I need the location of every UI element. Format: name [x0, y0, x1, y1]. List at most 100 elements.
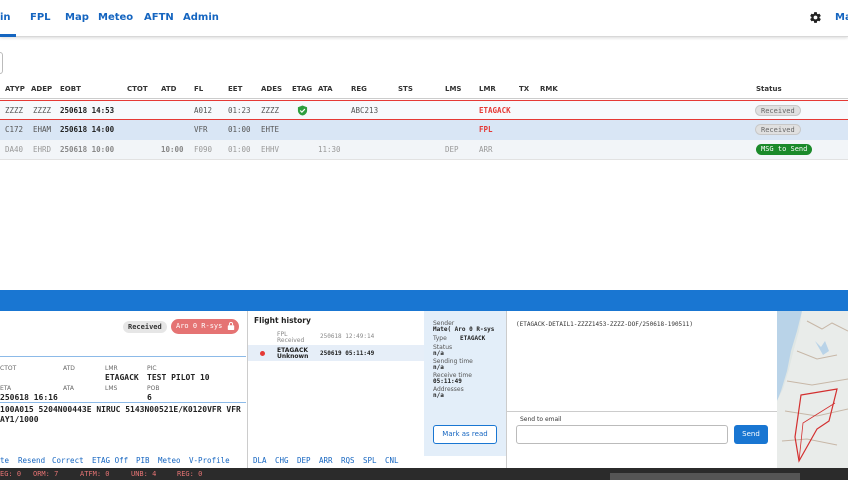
- flight-history-title: Flight history: [254, 316, 311, 325]
- cell-lms: DEP: [445, 145, 459, 154]
- col-reg[interactable]: REG: [351, 85, 367, 93]
- action-etag-off[interactable]: ETAG Off: [92, 456, 128, 465]
- label-ata: ATA: [63, 385, 74, 392]
- cell-ades: ZZZZ: [261, 106, 280, 115]
- action-spl[interactable]: SPL: [363, 456, 377, 465]
- col-atd[interactable]: ATD: [161, 85, 176, 93]
- history-item[interactable]: FPL Received 250618 12:49:14: [248, 330, 424, 346]
- cell-atyp: DA40: [5, 145, 24, 154]
- message-content: (ETAGACK-DETAIL1-ZZZZ1453-ZZZZ-DOF/25061…: [516, 321, 694, 328]
- col-atyp[interactable]: ATYP: [5, 85, 25, 93]
- col-lms[interactable]: LMS: [445, 85, 461, 93]
- mark-as-read-button[interactable]: Mark as read: [433, 425, 497, 444]
- tab-map[interactable]: Map: [65, 12, 89, 23]
- action-correct[interactable]: Correct: [52, 456, 84, 465]
- action-dla[interactable]: DLA: [253, 456, 267, 465]
- status-atfm: ATFM: 0: [80, 470, 110, 478]
- col-ades[interactable]: ADES: [261, 85, 282, 93]
- action-cnl[interactable]: CNL: [385, 456, 399, 465]
- cell-eobt: 250618 10:00: [60, 145, 115, 154]
- send-button[interactable]: Send: [734, 425, 768, 444]
- route-line: 100A015 5204N00443E NIRUC 5143N00521E/K0…: [0, 405, 241, 414]
- cell-ades: EHTE: [261, 125, 280, 134]
- aro-label: Aro 0 R-sys: [176, 322, 223, 330]
- col-eobt[interactable]: EOBT: [60, 85, 81, 93]
- action-rqs[interactable]: RQS: [341, 456, 355, 465]
- table-row[interactable]: ZZZZ ZZZZ 250618 14:53 A012 01:23 ZZZZ A…: [0, 100, 848, 120]
- col-lmr[interactable]: LMR: [479, 85, 496, 93]
- shield-check-icon: [297, 105, 308, 116]
- action-arr[interactable]: ARR: [319, 456, 333, 465]
- tab-meteo[interactable]: Meteo: [98, 12, 133, 23]
- route-line: AY1/1000: [0, 415, 39, 424]
- col-etag[interactable]: ETAG: [292, 85, 312, 93]
- label-pic: PIC: [147, 365, 157, 372]
- cell-adep: EHAM: [33, 125, 52, 134]
- history-sub: Unknown: [277, 353, 309, 360]
- route-text: 100A015 5204N00443E NIRUC 5143N00521E/K0…: [0, 405, 241, 425]
- cell-lmr: ARR: [479, 145, 493, 154]
- tab-main[interactable]: in: [0, 12, 11, 23]
- status-value: n/a: [433, 350, 444, 357]
- col-adep[interactable]: ADEP: [31, 85, 52, 93]
- table-row[interactable]: DA40 EHRD 250618 10:00 10:00 F090 01:00 …: [0, 140, 848, 160]
- divider: [0, 356, 246, 357]
- label-pob: POB: [147, 385, 160, 392]
- history-time: 250619 05:11:49: [320, 350, 375, 357]
- cell-eet: 01:23: [228, 106, 251, 115]
- receive-value: 05:11:49: [433, 378, 462, 385]
- col-status[interactable]: Status: [756, 85, 782, 93]
- col-fl[interactable]: FL: [194, 85, 203, 93]
- cell-adep: ZZZZ: [33, 106, 52, 115]
- status-reg: REG: 0: [177, 470, 203, 478]
- col-tx[interactable]: TX: [519, 85, 529, 93]
- label-lmr: LMR: [105, 365, 118, 372]
- top-nav: in FPL Map Meteo AFTN Admin Mat: [0, 0, 848, 37]
- action-resend[interactable]: Resend: [18, 456, 45, 465]
- col-rmk[interactable]: RMK: [540, 85, 558, 93]
- action-chg[interactable]: CHG: [275, 456, 289, 465]
- sender-value: Mate( Aro 0 R-sys: [433, 326, 495, 333]
- mini-map[interactable]: [777, 311, 848, 468]
- label-atd: ATD: [63, 365, 75, 372]
- received-badge: Received: [123, 321, 167, 333]
- table-row[interactable]: C172 EHAM 250618 14:00 VFR 01:00 EHTE FP…: [0, 120, 848, 140]
- gear-icon[interactable]: [809, 11, 822, 24]
- col-ata[interactable]: ATA: [318, 85, 333, 93]
- action-link[interactable]: te: [0, 456, 9, 465]
- cell-eet: 01:00: [228, 125, 251, 134]
- status-orm: ORM: 7: [33, 470, 59, 478]
- label-eta: ETA: [0, 385, 12, 392]
- col-eet[interactable]: EET: [228, 85, 242, 93]
- aro-badge[interactable]: Aro 0 R-sys: [171, 319, 239, 334]
- sending-value: n/a: [433, 364, 444, 371]
- tab-aftn[interactable]: AFTN: [144, 12, 174, 23]
- status-badge: Received: [755, 124, 801, 135]
- action-dep[interactable]: DEP: [297, 456, 311, 465]
- divider: [0, 402, 246, 403]
- unread-dot-icon: [260, 351, 265, 356]
- value-pob: 6: [147, 393, 152, 402]
- detail-panel-header[interactable]: [0, 290, 848, 311]
- status-badge: Received: [755, 105, 801, 116]
- filter-input[interactable]: [0, 52, 3, 74]
- email-field[interactable]: [516, 425, 728, 444]
- action-meteo[interactable]: Meteo: [158, 456, 181, 465]
- cell-lmr: FPL: [479, 125, 493, 134]
- tab-admin[interactable]: Admin: [183, 12, 219, 23]
- tab-fpl[interactable]: FPL: [30, 12, 51, 23]
- status-badge[interactable]: MSG to Send: [756, 144, 813, 155]
- cell-fl: A012: [194, 106, 213, 115]
- action-v-profile[interactable]: V-Profile: [189, 456, 230, 465]
- addresses-value: n/a: [433, 392, 444, 399]
- action-pib[interactable]: PIB: [136, 456, 150, 465]
- col-sts[interactable]: STS: [398, 85, 413, 93]
- cell-atyp: C172: [5, 125, 24, 134]
- history-item[interactable]: ETAGACK Unknown 250619 05:11:49: [248, 345, 424, 361]
- history-time: 250618 12:49:14: [320, 333, 375, 340]
- status-bar-segment: [610, 473, 800, 480]
- cell-reg: ABC213: [351, 106, 379, 115]
- user-menu[interactable]: Mat: [835, 12, 848, 23]
- col-ctot[interactable]: CTOT: [127, 85, 148, 93]
- cell-fl: F090: [194, 145, 213, 154]
